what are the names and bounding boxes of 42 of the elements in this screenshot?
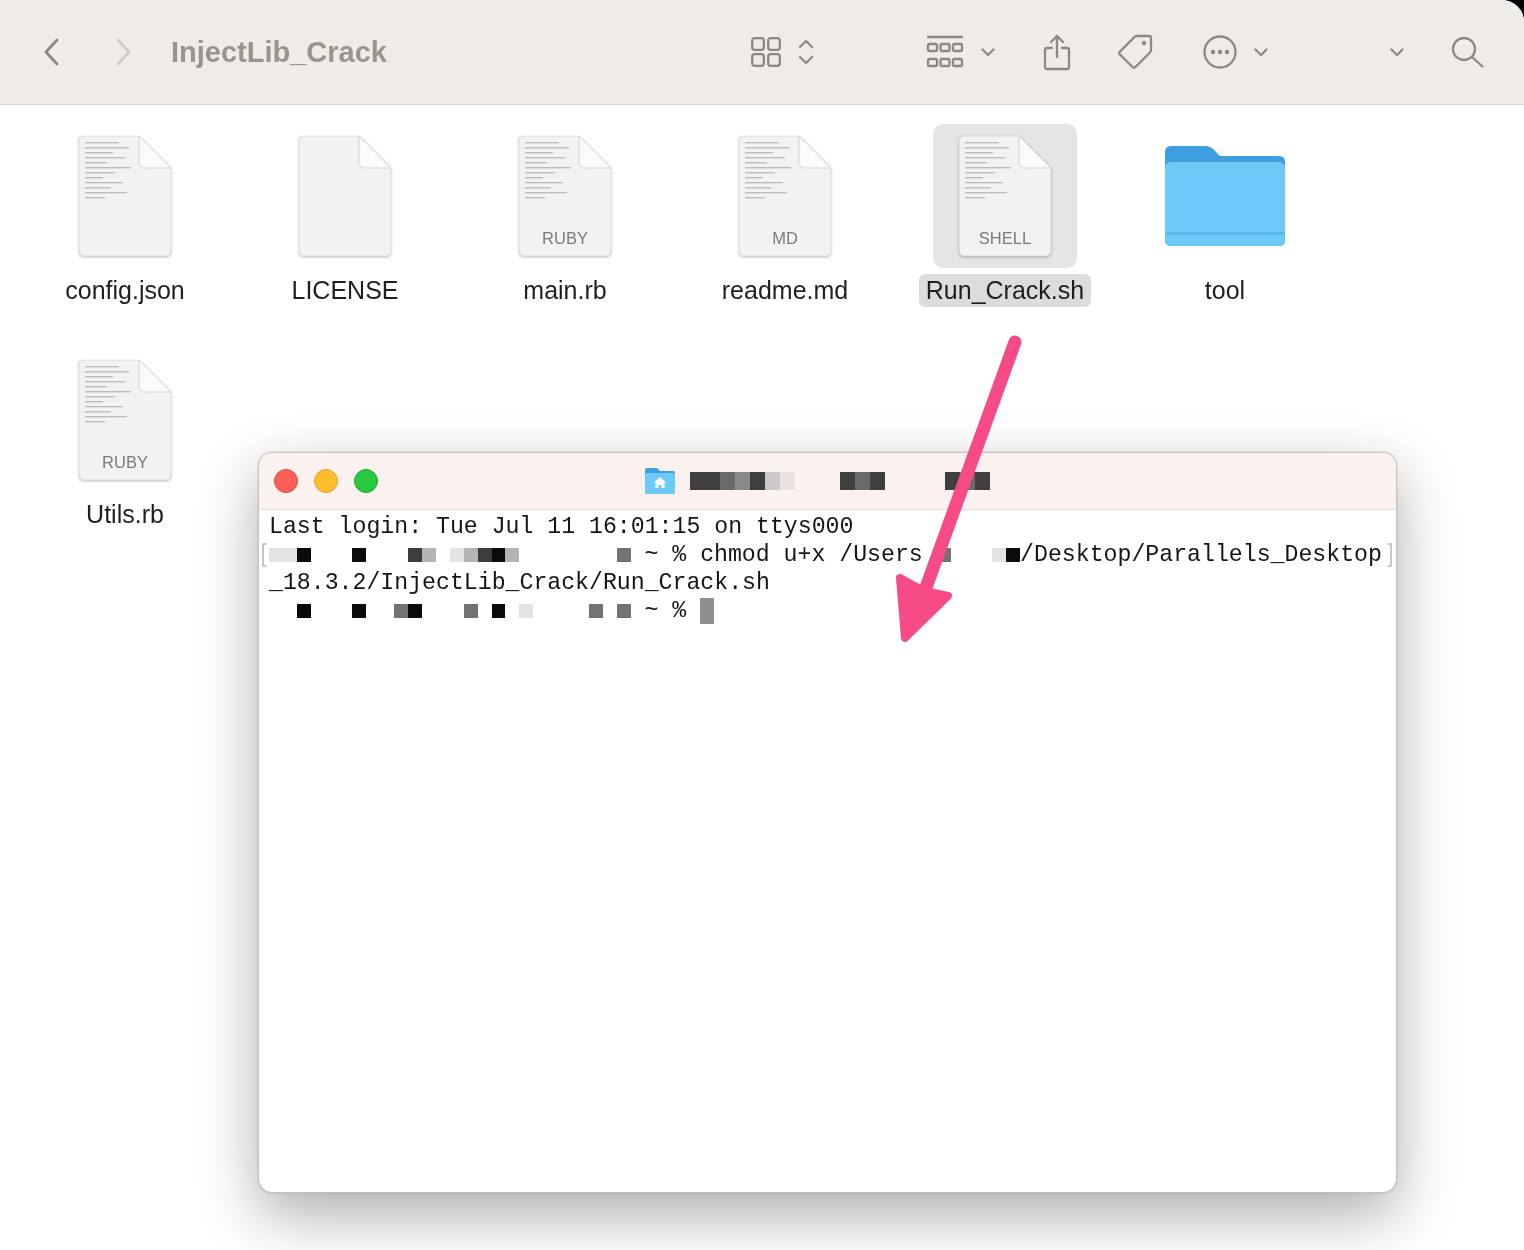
updown-chevron-icon[interactable] — [798, 38, 814, 66]
terminal-text: ~ % chmod u+x /Users — [644, 541, 923, 569]
terminal-text: Last login: Tue Jul 11 16:01:15 on ttys000 — [269, 513, 854, 541]
more-options-icon[interactable] — [1203, 35, 1237, 69]
chevron-down-icon[interactable] — [1390, 47, 1404, 57]
redaction-drawing — [840, 472, 885, 490]
file-name[interactable]: LICENSE — [284, 274, 406, 307]
file-type-label: SHELL — [978, 228, 1032, 248]
close-button[interactable] — [274, 469, 298, 493]
grid-view-icon[interactable] — [751, 37, 781, 67]
document-icon[interactable] — [959, 136, 1051, 256]
tag-icon[interactable] — [1116, 33, 1154, 71]
chevron-down-icon[interactable] — [981, 47, 995, 57]
file-name[interactable]: Utils.rb — [79, 498, 171, 531]
folder-icon[interactable] — [1165, 146, 1285, 246]
zoom-button[interactable] — [354, 469, 378, 493]
document-icon[interactable] — [79, 136, 171, 256]
share-icon[interactable] — [1042, 33, 1072, 71]
folder-title: InjectLib_Crack — [171, 35, 387, 69]
cursor-icon — [700, 598, 715, 624]
file-name[interactable]: readme.md — [714, 274, 856, 307]
terminal-text: ~ % — [644, 597, 687, 625]
redaction-drawing — [945, 472, 990, 490]
home-folder-icon — [645, 468, 675, 494]
terminal-text: _18.3.2/InjectLib_Crack/Run_Crack.sh — [269, 569, 770, 597]
file-name[interactable]: Run_Crack.sh — [918, 274, 1092, 307]
file-name[interactable]: main.rb — [516, 274, 614, 307]
document-icon[interactable] — [79, 360, 171, 480]
bracket-mark-icon — [262, 543, 267, 567]
file-type-label: RUBY — [102, 452, 148, 472]
bracket-mark-icon — [1387, 543, 1393, 567]
file-type-label: MD — [772, 228, 798, 248]
search-icon[interactable] — [1451, 36, 1485, 68]
chevron-down-icon[interactable] — [1254, 47, 1268, 57]
file-name[interactable]: config.json — [58, 274, 192, 307]
group-grid-icon[interactable] — [926, 35, 964, 69]
document-icon[interactable] — [739, 136, 831, 256]
minimize-button[interactable] — [314, 469, 338, 493]
document-icon[interactable] — [519, 136, 611, 256]
file-type-label: RUBY — [542, 228, 588, 248]
file-name[interactable]: tool — [1197, 274, 1253, 307]
terminal-text: /Desktop/Parallels_Desktop — [1020, 541, 1382, 569]
